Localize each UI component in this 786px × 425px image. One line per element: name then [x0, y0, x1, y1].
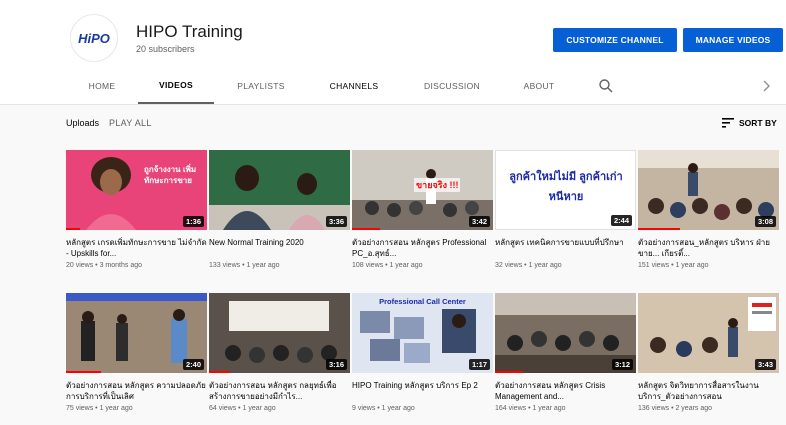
video-thumbnail[interactable]: 3:12: [495, 293, 636, 373]
channel-tabs: HOME VIDEOS PLAYLISTS CHANNELS DISCUSSIO…: [0, 68, 786, 104]
video-title[interactable]: ตัวอย่างการสอน หลักสูตร Crisis Managemen…: [495, 380, 636, 402]
customize-channel-button[interactable]: CUSTOMIZE CHANNEL: [553, 28, 677, 52]
video-card[interactable]: ลูกค้าใหม่ไม่มี ลูกค้าเก่าหนีหาย 2:44 หล…: [495, 150, 636, 269]
video-card[interactable]: 3:16 ตัวอย่างการสอน หลักสูตร กลยุทธ์เพื่…: [209, 293, 350, 412]
video-duration: 3:36: [325, 216, 347, 227]
manage-videos-button[interactable]: MANAGE VIDEOS: [683, 28, 783, 52]
video-thumbnail[interactable]: 3:36: [209, 150, 350, 230]
video-duration: 3:43: [754, 359, 776, 370]
video-title[interactable]: ตัวอย่างการสอน_หลักสูตร บริหาร ฝ่ายขาย..…: [638, 237, 779, 259]
video-meta: 75 views • 1 year ago: [66, 405, 133, 412]
subscriber-count: 20 subscribers: [136, 44, 195, 54]
watch-progress: [66, 371, 102, 373]
watch-progress: [209, 371, 231, 373]
video-card[interactable]: 3:36 New Normal Training 2020 133 views …: [209, 150, 350, 269]
video-title[interactable]: New Normal Training 2020: [209, 237, 350, 259]
sort-by-label: SORT BY: [739, 118, 777, 128]
channel-header: HiPO HIPO Training 20 subscribers CUSTOM…: [0, 0, 786, 104]
video-duration: 1:17: [468, 359, 490, 370]
uploads-row: Uploads PLAY ALL: [66, 118, 152, 128]
watch-progress: [352, 228, 381, 230]
sort-by-button[interactable]: SORT BY: [722, 118, 777, 128]
chevron-right-icon[interactable]: [758, 78, 774, 94]
video-thumbnail[interactable]: 2:40: [66, 293, 207, 373]
video-thumbnail[interactable]: ลูกค้าใหม่ไม่มี ลูกค้าเก่าหนีหาย 2:44: [495, 150, 636, 230]
video-meta: 64 views • 1 year ago: [209, 405, 276, 412]
video-duration: 3:42: [468, 216, 490, 227]
video-thumbnail[interactable]: ถูกจ้างงาน เพิ่มทักษะการขาย 1:36: [66, 150, 207, 230]
channel-avatar[interactable]: HiPO: [70, 14, 118, 62]
thumbnail-caption: ขายจริง !!!: [414, 178, 461, 192]
video-card[interactable]: ขายจริง !!! 3:42 ตัวอย่างการสอน หลักสูตร…: [352, 150, 493, 269]
video-meta: 164 views • 1 year ago: [495, 405, 566, 412]
thumbnail-caption: ถูกจ้างงาน เพิ่มทักษะการขาย: [144, 165, 197, 185]
video-title[interactable]: ตัวอย่างการสอน หลักสูตร กลยุทธ์เพื่อสร้า…: [209, 380, 350, 402]
channel-name: HIPO Training: [136, 22, 243, 41]
video-thumbnail[interactable]: 3:43: [638, 293, 779, 373]
video-card[interactable]: 3:12 ตัวอย่างการสอน หลักสูตร Crisis Mana…: [495, 293, 636, 412]
video-card[interactable]: Professional Call Center 1:17 HIPO Train…: [352, 293, 493, 412]
video-thumbnail[interactable]: 3:08: [638, 150, 779, 230]
tab-playlists[interactable]: PLAYLISTS: [224, 68, 298, 104]
video-thumbnail[interactable]: ขายจริง !!! 3:42: [352, 150, 493, 230]
tab-videos[interactable]: VIDEOS: [138, 68, 214, 104]
tab-discussion[interactable]: DISCUSSION: [412, 68, 492, 104]
tab-home[interactable]: HOME: [76, 68, 128, 104]
video-duration: 3:16: [325, 359, 347, 370]
video-title[interactable]: HIPO Training หลักสูตร บริการ Ep 2: [352, 380, 493, 402]
video-title[interactable]: ตัวอย่างการสอน หลักสูตร ความปลอดภัยการบร…: [66, 380, 207, 402]
video-thumbnail[interactable]: Professional Call Center 1:17: [352, 293, 493, 373]
video-card[interactable]: 3:43 หลักสูตร จิตวิทยาการสื่อสารในงานบริ…: [638, 293, 779, 412]
video-meta: 133 views • 1 year ago: [209, 262, 280, 269]
video-card[interactable]: 3:08 ตัวอย่างการสอน_หลักสูตร บริหาร ฝ่าย…: [638, 150, 779, 269]
tab-channels[interactable]: CHANNELS: [316, 68, 392, 104]
video-thumbnail[interactable]: 3:16: [209, 293, 350, 373]
header-divider: [0, 104, 786, 105]
watch-progress: [638, 228, 681, 230]
avatar-logo-text: HiPO: [78, 30, 110, 46]
video-meta: 136 views • 2 years ago: [638, 405, 713, 412]
video-duration: 3:08: [754, 216, 776, 227]
play-all-button[interactable]: PLAY ALL: [109, 118, 152, 128]
video-title[interactable]: ตัวอย่างการสอน หลักสูตร Professional PC_…: [352, 237, 493, 259]
video-meta: 32 views • 1 year ago: [495, 262, 562, 269]
search-icon[interactable]: [598, 78, 614, 94]
video-duration: 2:44: [610, 215, 632, 226]
watch-progress: [66, 228, 81, 230]
video-duration: 2:40: [182, 359, 204, 370]
video-meta: 151 views • 1 year ago: [638, 262, 709, 269]
video-meta: 9 views • 1 year ago: [352, 405, 415, 412]
video-duration: 3:12: [611, 359, 633, 370]
thumbnail-caption: ลูกค้าใหม่ไม่มี ลูกค้าเก่าหนีหาย: [509, 171, 623, 203]
uploads-label: Uploads: [66, 118, 100, 128]
video-card[interactable]: ถูกจ้างงาน เพิ่มทักษะการขาย 1:36 หลักสูต…: [66, 150, 207, 269]
video-title[interactable]: หลักสูตร เกรดเพิ่มทักษะการขาย ไม่จำกัด -…: [66, 237, 207, 259]
video-meta: 108 views • 1 year ago: [352, 262, 423, 269]
video-title[interactable]: หลักสูตร จิตวิทยาการสื่อสารในงานบริการ_ต…: [638, 380, 779, 402]
video-meta: 20 views • 3 months ago: [66, 262, 142, 269]
video-card[interactable]: 2:40 ตัวอย่างการสอน หลักสูตร ความปลอดภัย…: [66, 293, 207, 412]
sort-icon: [722, 118, 734, 128]
watch-progress: [495, 371, 524, 373]
video-title[interactable]: หลักสูตร เทคนิคการขายแบบที่ปรึกษา: [495, 237, 636, 259]
video-duration: 1:36: [182, 216, 204, 227]
tab-about[interactable]: ABOUT: [510, 68, 568, 104]
